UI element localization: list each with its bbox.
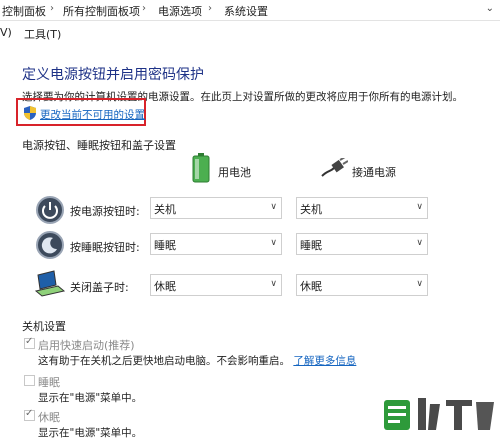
sleep-button-icon [36,231,64,259]
chevron-down-icon: ∨ [416,238,423,248]
hibernate-option-description: 显示在"电源"菜单中。 [38,427,143,439]
sleep-button-label: 按睡眠按钮时: [70,241,140,254]
address-dropdown-icon[interactable]: ⌄ [486,3,494,14]
chevron-down-icon: ∨ [416,202,423,212]
sleep-button-plugged-select[interactable]: 睡眠 ∨ [296,233,428,255]
breadcrumb-control-panel[interactable]: 控制面板 [2,3,46,19]
fast-startup-label: 启用快速启动(推荐) [38,339,135,352]
chevron-down-icon: ∨ [416,279,423,289]
breadcrumb-power-options[interactable]: 电源选项 [158,3,202,19]
breadcrumb-system-settings[interactable]: 系统设置 [224,3,268,19]
select-value: 睡眠 [154,239,176,252]
watermark-logo [384,398,494,430]
address-bar[interactable]: 控制面板 › 所有控制面板项 › 电源选项 › 系统设置 ⌄ [0,0,500,21]
plugged-in-column-label: 接通电源 [352,166,396,179]
lid-close-battery-select[interactable]: 休眠 ∨ [150,274,282,296]
sleep-checkbox[interactable] [24,375,35,386]
change-unavailable-settings-link[interactable]: 更改当前不可用的设置 [40,107,145,122]
lid-close-label: 关闭盖子时: [70,281,129,294]
breadcrumb-separator[interactable]: › [50,3,54,14]
sleep-button-battery-select[interactable]: 睡眠 ∨ [150,233,282,255]
battery-column-label: 用电池 [218,166,251,179]
learn-more-link[interactable]: 了解更多信息 [293,355,356,367]
laptop-lid-icon [34,270,66,297]
battery-icon [192,153,210,183]
select-value: 休眠 [154,280,176,293]
chevron-down-icon: ∨ [270,238,277,248]
fast-startup-description: 这有助于在关机之后更快地启动电脑。不会影响重启。 了解更多信息 [38,353,356,368]
menu-bar: V) 工具(T) [0,24,500,42]
hibernate-option-label: 休眠 [38,411,60,424]
chevron-down-icon: ∨ [270,279,277,289]
power-button-icon [36,196,64,224]
menu-view[interactable]: V) [0,26,12,39]
chevron-down-icon: ∨ [270,202,277,212]
lid-close-plugged-select[interactable]: 休眠 ∨ [296,274,428,296]
shutdown-section-title: 关机设置 [22,320,66,333]
menu-tools[interactable]: 工具(T) [24,26,61,42]
power-button-plugged-select[interactable]: 关机 ∨ [296,197,428,219]
fast-startup-checkbox[interactable] [24,336,35,349]
breadcrumb-separator[interactable]: › [142,3,146,14]
fast-startup-description-text: 这有助于在关机之后更快地启动电脑。不会影响重启。 [38,355,290,367]
select-value: 关机 [300,203,322,216]
plug-icon [321,158,348,177]
hibernate-checkbox[interactable] [24,408,35,421]
shield-icon [24,106,36,120]
power-button-label: 按电源按钮时: [70,205,140,218]
breadcrumb-separator[interactable]: › [208,3,212,14]
page-title: 定义电源按钮并启用密码保护 [22,67,204,83]
power-button-battery-select[interactable]: 关机 ∨ [150,197,282,219]
power-section-title: 电源按钮、睡眠按钮和盖子设置 [22,139,176,152]
select-value: 关机 [154,203,176,216]
select-value: 休眠 [300,280,322,293]
sleep-option-description: 显示在"电源"菜单中。 [38,392,143,404]
breadcrumb-all-items[interactable]: 所有控制面板项 [63,3,140,19]
select-value: 睡眠 [300,239,322,252]
sleep-option-label: 睡眠 [38,376,60,389]
